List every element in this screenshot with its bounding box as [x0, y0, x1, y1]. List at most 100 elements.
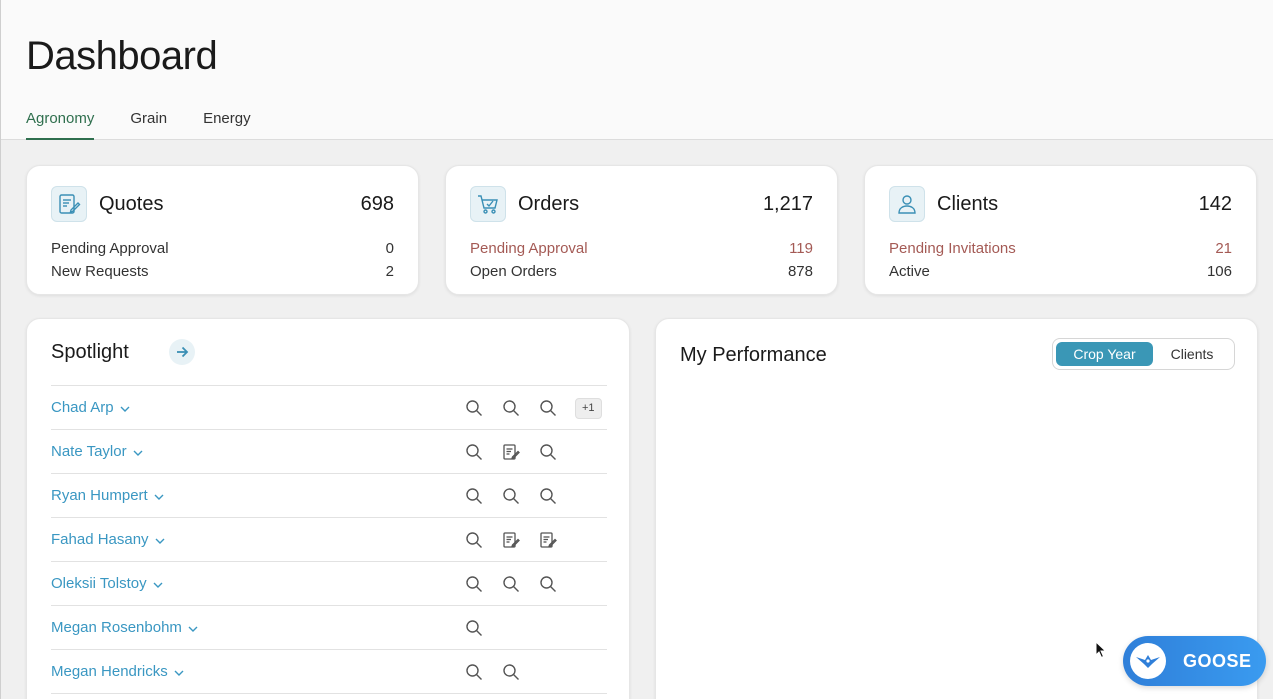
spotlight-actions	[465, 474, 576, 518]
chevron-down-icon	[155, 531, 165, 548]
more-badge[interactable]: +1	[575, 398, 602, 419]
spotlight-client-name[interactable]: Nate Taylor	[51, 443, 143, 460]
clients-pending-invitations[interactable]: Pending Invitations 21	[889, 240, 1232, 257]
person-icon	[889, 186, 925, 222]
search-icon[interactable]	[502, 663, 539, 681]
search-icon[interactable]	[465, 443, 502, 461]
stat-value: 21	[1215, 240, 1232, 257]
tab-grain[interactable]: Grain	[130, 108, 167, 140]
stat-label: Pending Invitations	[889, 240, 1016, 257]
chevron-down-icon	[153, 575, 163, 592]
arrow-right-icon[interactable]	[169, 339, 195, 365]
stat-label: Active	[889, 263, 930, 280]
spotlight-list: Chad Arp +1 Nate Taylor Ryan Humpert Fahad H…	[51, 385, 607, 694]
orders-total: 1,217	[762, 192, 813, 215]
stat-value: 0	[385, 240, 394, 257]
spotlight-actions	[465, 518, 576, 562]
spotlight-actions	[465, 386, 576, 430]
orders-card[interactable]: Orders 1,217 Pending Approval 119 Open O…	[445, 165, 838, 295]
spotlight-client-name[interactable]: Fahad Hasany	[51, 531, 165, 548]
spotlight-actions	[465, 562, 576, 606]
chevron-down-icon	[174, 663, 184, 680]
performance-toggle: Crop Year Clients	[1052, 338, 1235, 370]
clients-total: 142	[1198, 192, 1232, 215]
search-icon[interactable]	[465, 663, 502, 681]
quotes-pending-approval[interactable]: Pending Approval 0	[51, 240, 394, 257]
spotlight-row: Oleksii Tolstoy	[51, 562, 607, 606]
quote-document-icon[interactable]	[502, 443, 539, 461]
search-icon[interactable]	[502, 399, 539, 417]
chevron-down-icon	[120, 399, 130, 416]
client-name-label: Nate Taylor	[51, 443, 127, 460]
spotlight-client-name[interactable]: Megan Rosenbohm	[51, 619, 198, 636]
search-icon[interactable]	[539, 443, 576, 461]
quotes-total: 698	[360, 192, 394, 215]
quote-document-icon[interactable]	[502, 531, 539, 549]
stat-value: 2	[385, 263, 394, 280]
tab-bar: Agronomy Grain Energy	[26, 108, 287, 140]
toggle-clients[interactable]: Clients	[1153, 342, 1231, 366]
spotlight-actions	[465, 430, 576, 474]
page-title: Dashboard	[26, 34, 218, 78]
page-header: Dashboard Agronomy Grain Energy	[1, 0, 1273, 140]
client-name-label: Chad Arp	[51, 399, 114, 416]
search-icon[interactable]	[465, 531, 502, 549]
clients-active[interactable]: Active 106	[889, 263, 1232, 280]
spotlight-row: Chad Arp +1	[51, 386, 607, 430]
goose-logo-icon	[1130, 643, 1166, 679]
spotlight-client-name[interactable]: Ryan Humpert	[51, 487, 164, 504]
clients-card[interactable]: Clients 142 Pending Invitations 21 Activ…	[864, 165, 1257, 295]
performance-title: My Performance	[680, 344, 827, 366]
search-icon[interactable]	[502, 487, 539, 505]
client-name-label: Ryan Humpert	[51, 487, 148, 504]
spotlight-row: Ryan Humpert	[51, 474, 607, 518]
search-icon[interactable]	[539, 575, 576, 593]
spotlight-row: Nate Taylor	[51, 430, 607, 474]
stat-label: Pending Approval	[470, 240, 588, 257]
spotlight-row: Megan Rosenbohm	[51, 606, 607, 650]
spotlight-actions	[465, 606, 502, 650]
search-icon[interactable]	[539, 399, 576, 417]
tab-energy[interactable]: Energy	[203, 108, 251, 140]
stat-label: Open Orders	[470, 263, 557, 280]
stat-value: 878	[787, 263, 813, 280]
quote-document-icon	[51, 186, 87, 222]
client-name-label: Megan Hendricks	[51, 663, 168, 680]
spotlight-panel: Spotlight Chad Arp +1 Nate Taylor Ryan Hump…	[26, 318, 630, 699]
chevron-down-icon	[188, 619, 198, 636]
chevron-down-icon	[154, 487, 164, 504]
spotlight-row: Fahad Hasany	[51, 518, 607, 562]
spotlight-client-name[interactable]: Oleksii Tolstoy	[51, 575, 163, 592]
toggle-crop-year[interactable]: Crop Year	[1056, 342, 1153, 366]
client-name-label: Megan Rosenbohm	[51, 619, 182, 636]
spotlight-actions	[465, 650, 539, 694]
quotes-title: Quotes	[99, 192, 164, 215]
client-name-label: Oleksii Tolstoy	[51, 575, 147, 592]
quotes-new-requests[interactable]: New Requests 2	[51, 263, 394, 280]
stat-value: 119	[789, 240, 813, 257]
stat-label: Pending Approval	[51, 240, 169, 257]
spotlight-title: Spotlight	[51, 341, 129, 363]
goose-label: GOOSE	[1183, 650, 1252, 671]
spotlight-row: Megan Hendricks	[51, 650, 607, 694]
search-icon[interactable]	[465, 619, 502, 637]
goose-assistant-button[interactable]: GOOSE	[1123, 636, 1266, 686]
cart-icon	[470, 186, 506, 222]
quotes-card[interactable]: Quotes 698 Pending Approval 0 New Reques…	[26, 165, 419, 295]
search-icon[interactable]	[465, 399, 502, 417]
quote-document-icon[interactable]	[539, 531, 576, 549]
search-icon[interactable]	[465, 575, 502, 593]
spotlight-client-name[interactable]: Megan Hendricks	[51, 663, 184, 680]
orders-title: Orders	[518, 192, 580, 215]
tab-agronomy[interactable]: Agronomy	[26, 108, 95, 140]
stat-value: 106	[1206, 263, 1232, 280]
search-icon[interactable]	[502, 575, 539, 593]
mouse-cursor-icon	[1095, 640, 1107, 664]
orders-pending-approval[interactable]: Pending Approval 119	[470, 240, 813, 257]
stat-label: New Requests	[51, 263, 149, 280]
search-icon[interactable]	[465, 487, 502, 505]
orders-open-orders[interactable]: Open Orders 878	[470, 263, 813, 280]
spotlight-client-name[interactable]: Chad Arp	[51, 399, 130, 416]
chevron-down-icon	[133, 443, 143, 460]
search-icon[interactable]	[539, 487, 576, 505]
